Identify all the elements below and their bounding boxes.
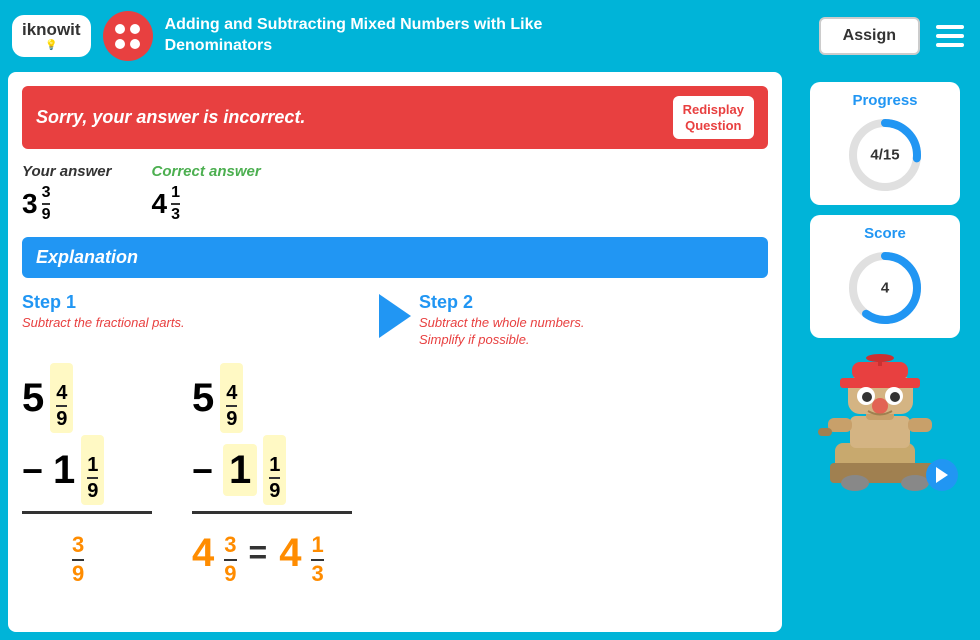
progress-label: Progress	[852, 92, 917, 109]
next-button[interactable]	[926, 459, 958, 491]
correct-answer-value: 4 1 3	[151, 184, 179, 223]
content-area: Sorry, your answer is incorrect. Redispl…	[8, 72, 782, 632]
mascot-container	[810, 348, 960, 493]
divider-line2	[192, 511, 352, 514]
divider-line1	[22, 511, 152, 514]
redisplay-button[interactable]: RedisplayQuestion	[673, 96, 754, 139]
subtrahend-row: − 1 1 9	[22, 435, 104, 505]
header-title: Adding and Subtracting Mixed Numbers wit…	[165, 15, 807, 57]
step2-math: 5 4 9 − 1 1	[192, 363, 392, 589]
step2-desc: Subtract the whole numbers. Simplify if …	[419, 315, 768, 349]
steps-row: Step 1 Subtract the fractional parts. St…	[22, 292, 768, 349]
step1-math: 5 4 9 − 1 1 9	[22, 363, 162, 589]
logo: iknowit 💡	[12, 15, 91, 57]
step2-block: Step 2 Subtract the whole numbers. Simpl…	[419, 292, 768, 349]
score-label: Score	[864, 225, 906, 242]
main-layout: Sorry, your answer is incorrect. Redispl…	[0, 72, 980, 640]
explanation-label: Explanation	[36, 247, 138, 267]
menu-button[interactable]	[932, 21, 968, 51]
score-card: Score 4	[810, 215, 960, 338]
progress-card: Progress 4/15	[810, 82, 960, 205]
progress-circle: 4/15	[845, 115, 925, 195]
equals-sign: =	[249, 533, 268, 571]
progress-value: 4/15	[870, 147, 899, 164]
step1-desc: Subtract the fractional parts.	[22, 315, 371, 332]
step1-title: Step 1	[22, 292, 371, 313]
answer-row: Your answer 3 3 9 Correct answer 4 1 3	[22, 163, 768, 223]
correct-answer-block: Correct answer 4 1 3	[151, 163, 260, 223]
math-work-area: 5 4 9 − 1 1 9	[22, 363, 768, 589]
step1-block: Step 1 Subtract the fractional parts.	[22, 292, 371, 332]
explanation-bar: Explanation	[22, 237, 768, 278]
step2-result-row: 4 3 9 = 4 1 3	[192, 518, 324, 587]
your-answer-value: 3 3 9	[22, 184, 50, 223]
right-panel: Progress 4/15 Score 4	[790, 72, 980, 640]
incorrect-banner: Sorry, your answer is incorrect. Redispl…	[22, 86, 768, 149]
minuend-row2: 5 4 9	[192, 363, 243, 433]
header: iknowit 💡 Adding and Subtracting Mixed N…	[0, 0, 980, 72]
step1-result-row: 3 9	[22, 518, 84, 587]
score-value: 4	[881, 280, 889, 297]
step2-title: Step 2	[419, 292, 768, 313]
assign-button[interactable]: Assign	[819, 17, 920, 55]
dice-icon	[103, 11, 153, 61]
subtrahend-row2: − 1 1 9	[192, 435, 286, 505]
your-answer-label: Your answer	[22, 163, 111, 180]
incorrect-message: Sorry, your answer is incorrect.	[36, 107, 305, 128]
step-arrow	[379, 292, 411, 338]
correct-answer-label: Correct answer	[151, 163, 260, 180]
score-circle: 4	[845, 248, 925, 328]
your-answer-block: Your answer 3 3 9	[22, 163, 111, 223]
minuend-row: 5 4 9	[22, 363, 73, 433]
